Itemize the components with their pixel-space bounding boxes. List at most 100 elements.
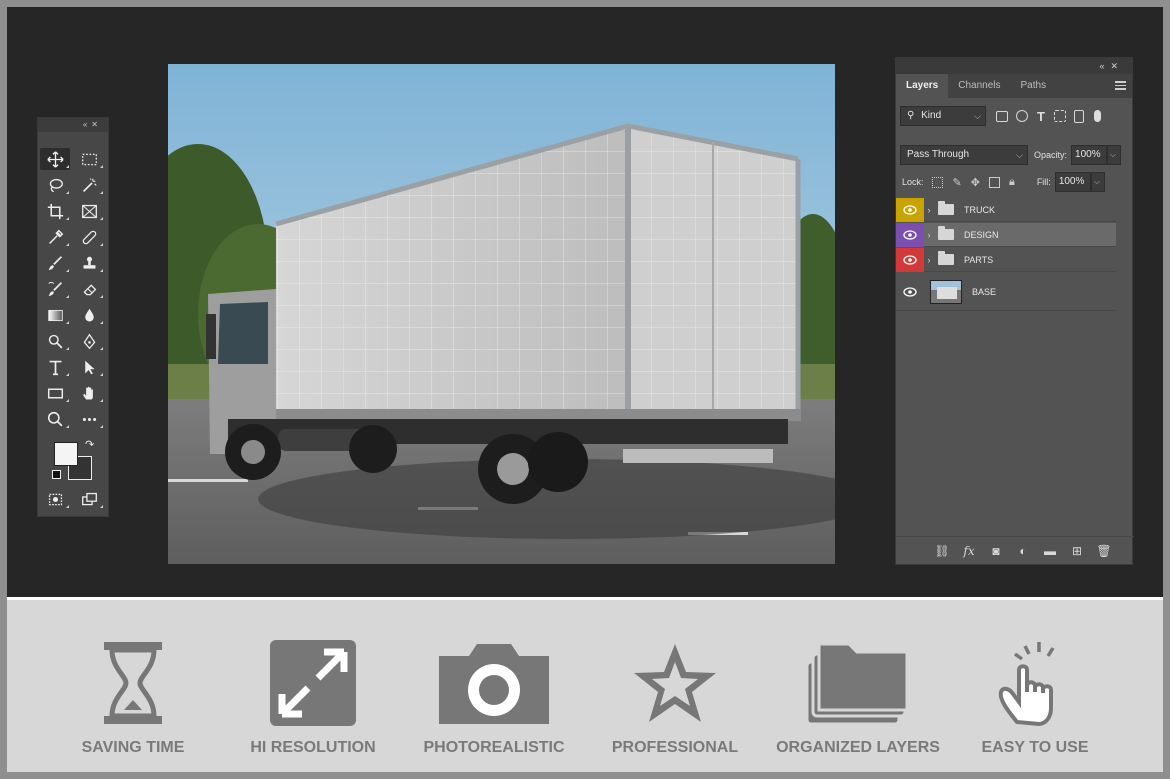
layer-name: BASE (972, 286, 997, 297)
layer-row-parts[interactable]: › PARTS (896, 247, 1116, 272)
pen-tool-icon[interactable] (74, 330, 104, 352)
adjustment-filter-icon[interactable] (1016, 110, 1028, 122)
lasso-tool-icon[interactable] (40, 174, 70, 196)
path-selection-tool-icon[interactable] (74, 356, 104, 378)
marquee-tool-icon[interactable] (74, 148, 104, 170)
crop-tool-icon[interactable] (40, 200, 70, 222)
folder-icon (938, 226, 954, 240)
layers-panel-header[interactable]: «✕ (896, 58, 1132, 74)
lock-row: Lock: ✎ ✥ 🔒︎ Fill: 100% ⌵ (896, 170, 1134, 194)
type-tool-icon[interactable] (40, 356, 70, 378)
feature-organized-layers: ORGANIZED LAYERS (776, 640, 940, 756)
feature-label: PROFESSIONAL (611, 739, 739, 756)
layer-row-design[interactable]: › DESIGN (896, 222, 1116, 247)
layer-name: DESIGN (964, 229, 999, 240)
layer-row-truck[interactable]: › TRUCK (896, 197, 1116, 222)
shape-filter-icon[interactable] (1053, 110, 1066, 122)
frame-tool-icon[interactable] (74, 200, 104, 222)
expand-chevron-icon[interactable]: › (924, 255, 934, 265)
layer-name: TRUCK (964, 204, 995, 215)
star-icon (634, 644, 716, 722)
camera-icon (439, 644, 549, 724)
smart-object-filter-icon[interactable] (1073, 109, 1084, 123)
expand-chevron-icon[interactable]: › (924, 205, 934, 215)
tools-panel-header[interactable]: «✕ (38, 118, 108, 132)
opacity-input[interactable]: 100% (1071, 145, 1108, 165)
visibility-eye-icon[interactable] (896, 222, 924, 247)
link-layers-icon[interactable]: ⛓ (934, 544, 950, 558)
blur-tool-icon[interactable] (74, 304, 104, 326)
fill-dropdown[interactable]: ⌵ (1090, 172, 1105, 192)
filter-kind-select[interactable]: ⚲ Kind ⌵ (900, 106, 986, 126)
delete-layer-icon[interactable]: 🗑︎ (1096, 544, 1112, 558)
visibility-eye-icon[interactable] (896, 247, 924, 272)
eyedropper-tool-icon[interactable] (40, 226, 70, 248)
foreground-background-colors[interactable]: ↷ (52, 438, 96, 484)
expand-chevron-icon[interactable]: › (924, 230, 934, 240)
opacity-value: 100% (1075, 149, 1101, 160)
new-layer-icon[interactable]: ⊞ (1069, 544, 1085, 558)
dodge-tool-icon[interactable] (40, 330, 70, 352)
fill-value: 100% (1058, 176, 1085, 187)
layers-folder-icon (805, 642, 909, 726)
quick-mask-icon[interactable] (40, 488, 70, 510)
layer-row-base[interactable]: BASE (896, 273, 1116, 311)
lock-all-icon[interactable]: 🔒︎ (1009, 176, 1015, 189)
lock-artboard-icon[interactable] (988, 176, 1000, 188)
move-tool-icon[interactable] (40, 148, 70, 170)
opacity-dropdown[interactable]: ⌵ (1107, 145, 1122, 165)
brush-tool-icon[interactable] (40, 252, 70, 274)
type-filter-icon[interactable]: T (1037, 109, 1045, 124)
lock-position-icon[interactable]: ✥ (971, 176, 980, 189)
feature-photorealistic: PHOTOREALISTIC (423, 640, 565, 756)
eraser-tool-icon[interactable] (74, 278, 104, 300)
layer-thumbnail (930, 279, 962, 304)
new-group-icon[interactable]: ▬ (1042, 544, 1058, 558)
add-mask-icon[interactable]: ◙ (988, 544, 1004, 558)
zoom-tool-icon[interactable] (40, 408, 70, 430)
screen-mode-icon[interactable] (74, 488, 104, 510)
photoshop-workspace: «✕ ↷ «✕ Layers Channels Paths ⚲ Kind ⌵ T… (7, 7, 1163, 597)
tab-layers[interactable]: Layers (896, 74, 949, 98)
blend-mode-select[interactable]: Pass Through ⌵ (900, 145, 1028, 165)
chevron-down-icon: ⌵ (1016, 150, 1023, 160)
layers-footer: ⛓ fx ◙ ◐ ▬ ⊞ 🗑︎ (896, 536, 1134, 564)
lock-transparent-icon[interactable] (931, 176, 943, 188)
blend-mode-value: Pass Through (907, 149, 970, 160)
search-icon: ⚲ (907, 110, 915, 121)
foreground-color-swatch[interactable] (54, 442, 78, 466)
adjustment-layer-icon[interactable]: ◐ (1015, 544, 1031, 558)
folder-icon (938, 201, 954, 215)
visibility-eye-icon[interactable] (896, 273, 924, 311)
feature-label: ORGANIZED LAYERS (776, 739, 940, 756)
tab-channels[interactable]: Channels (948, 74, 1010, 98)
gradient-tool-icon[interactable] (40, 304, 70, 326)
filter-toggle-icon[interactable] (1093, 110, 1101, 122)
tab-paths[interactable]: Paths (1011, 74, 1057, 98)
swap-colors-icon[interactable]: ↷ (85, 438, 94, 451)
filter-row: ⚲ Kind ⌵ T (896, 104, 1134, 128)
visibility-eye-icon[interactable] (896, 197, 924, 222)
panel-menu-icon[interactable] (1115, 81, 1126, 90)
fill-input[interactable]: 100% (1054, 172, 1091, 192)
chevron-down-icon: ⌵ (974, 111, 981, 121)
layers-panel: «✕ Layers Channels Paths ⚲ Kind ⌵ T Pass… (895, 57, 1134, 565)
layer-style-fx-icon[interactable]: fx (961, 544, 977, 558)
expand-icon (270, 640, 356, 726)
default-colors-icon[interactable] (52, 470, 61, 479)
pixel-filter-icon[interactable] (996, 110, 1008, 122)
hand-tool-icon[interactable] (74, 382, 104, 404)
feature-label: EASY TO USE (981, 739, 1089, 756)
rectangle-tool-icon[interactable] (40, 382, 70, 404)
hourglass-icon (104, 642, 162, 724)
lock-pixels-icon[interactable]: ✎ (953, 176, 962, 189)
more-tools-icon[interactable] (74, 408, 104, 430)
folder-icon (938, 251, 954, 265)
history-brush-tool-icon[interactable] (40, 278, 70, 300)
feature-hi-resolution: HI RESOLUTION (250, 640, 376, 756)
magic-wand-tool-icon[interactable] (74, 174, 104, 196)
stamp-tool-icon[interactable] (74, 252, 104, 274)
document-canvas[interactable] (168, 64, 835, 564)
filter-kind-value: Kind (921, 110, 942, 121)
healing-brush-tool-icon[interactable] (74, 226, 104, 248)
